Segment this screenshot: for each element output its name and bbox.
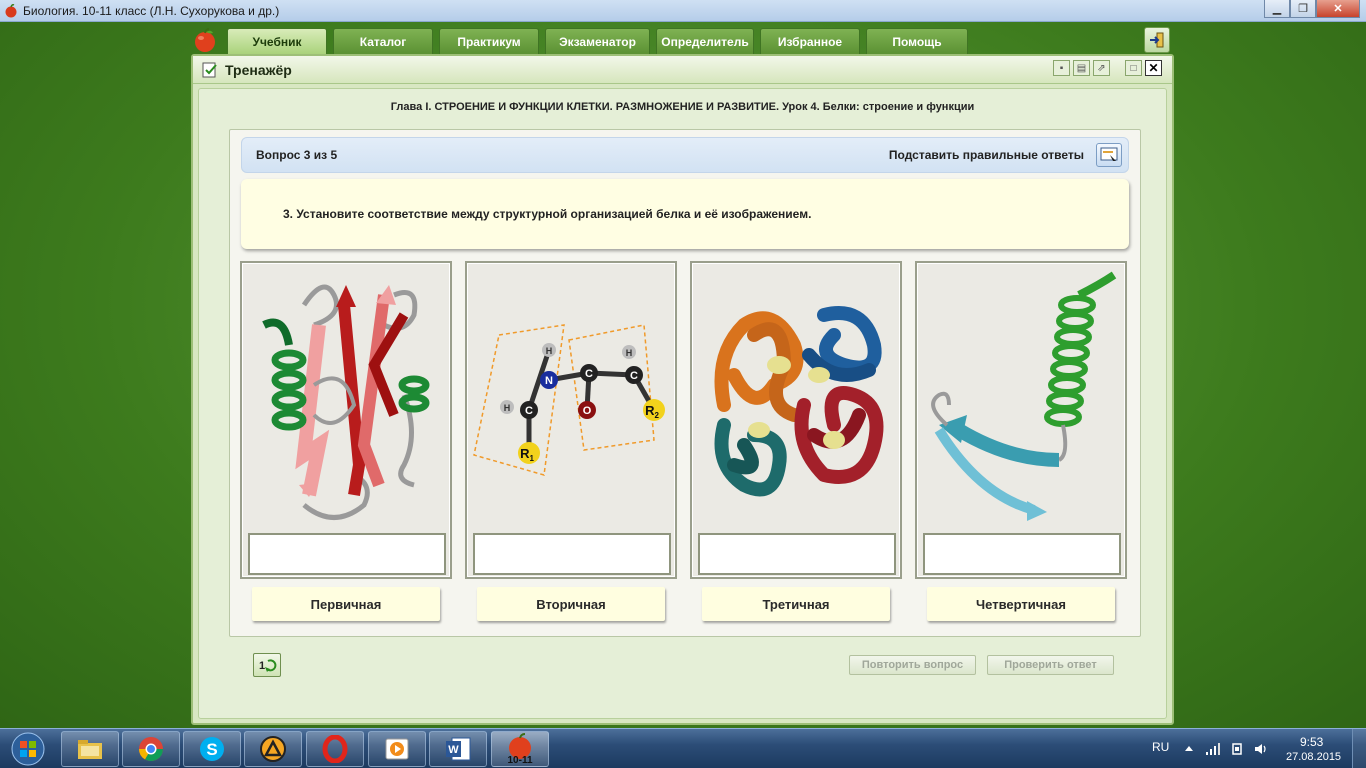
helix-sheet-image [931, 271, 1117, 521]
svg-text:W: W [448, 744, 459, 756]
check-answer-button[interactable]: Проверить ответ [987, 655, 1114, 675]
fill-answers-button[interactable] [1096, 143, 1122, 167]
atom-o-label: O [583, 405, 592, 417]
drop-zone-1[interactable] [248, 533, 446, 575]
answer-quaternary[interactable]: Четвертичная [927, 587, 1115, 621]
chrome-taskbar-icon[interactable] [122, 731, 180, 767]
restart-label: 1 [259, 660, 265, 672]
image-panel-2: H N C C H C H O R1 R2 [465, 261, 677, 579]
close-panel-icon[interactable]: ✕ [1145, 60, 1162, 76]
restore-icon[interactable]: □ [1125, 60, 1142, 76]
taskbar: S W 10-11 RU 9:53 27.08.2015 [0, 728, 1366, 768]
start-button[interactable] [4, 730, 52, 768]
question-counter: Вопрос 3 из 5 [256, 148, 338, 162]
protein-tube-image [714, 306, 884, 497]
molecule-structure-image: H N C C H C H O R1 R2 [473, 324, 665, 476]
atom-h2-label: H [626, 348, 633, 358]
volume-icon[interactable] [1253, 742, 1267, 756]
print-icon[interactable]: ▤ [1073, 60, 1090, 76]
trainer-icon [201, 61, 219, 79]
export-icon[interactable]: ⇗ [1093, 60, 1110, 76]
window-title: Биология. 10-11 класс (Л.Н. Сухорукова и… [23, 3, 280, 18]
answer-primary[interactable]: Первичная [252, 587, 440, 621]
svg-text:S: S [206, 740, 217, 759]
tab-practicum[interactable]: Практикум [439, 28, 539, 54]
drop-zone-3[interactable] [698, 533, 896, 575]
trainer-content: Глава I. СТРОЕНИЕ И ФУНКЦИИ КЛЕТКИ. РАЗМ… [198, 88, 1167, 719]
main-navigation: Учебник Каталог Практикум Экзаменатор Оп… [227, 28, 968, 54]
window-titlebar: Биология. 10-11 класс (Л.Н. Сухорукова и… [0, 0, 1366, 22]
clock-date[interactable]: 27.08.2015 [1286, 751, 1341, 763]
atom-c3-label: C [525, 405, 533, 417]
atom-c2-label: C [630, 370, 638, 382]
chapter-heading: Глава I. СТРОЕНИЕ И ФУНКЦИИ КЛЕТКИ. РАЗМ… [390, 101, 975, 113]
device-icon[interactable] [1230, 742, 1244, 756]
answer-secondary[interactable]: Вторичная [477, 587, 665, 621]
image-panel-4 [915, 261, 1127, 579]
question-card: Вопрос 3 из 5 Подставить правильные отве… [229, 129, 1141, 637]
save-icon[interactable]: ▪ [1053, 60, 1070, 76]
question-text-box: 3. Установите соответствие между структу… [241, 179, 1129, 249]
tab-help[interactable]: Помощь [866, 28, 968, 54]
tab-catalog[interactable]: Каталог [333, 28, 433, 54]
fill-answers-label[interactable]: Подставить правильные ответы [889, 148, 1084, 162]
atom-c1-label: C [585, 368, 593, 380]
restart-question-button[interactable]: 1 [253, 653, 281, 677]
drop-zone-4[interactable] [923, 533, 1121, 575]
clock-time[interactable]: 9:53 [1300, 735, 1323, 749]
network-icon[interactable] [1205, 742, 1220, 756]
maximize-button[interactable]: ❐ [1290, 0, 1316, 18]
panel-title: Тренажёр [225, 61, 292, 78]
apple-logo-icon[interactable] [192, 27, 218, 53]
biology-app-taskbar-icon[interactable]: 10-11 [491, 731, 549, 767]
minimize-button[interactable]: ▁ [1264, 0, 1290, 18]
question-text: 3. Установите соответствие между структу… [283, 207, 812, 221]
close-button[interactable]: ✕ [1316, 0, 1360, 18]
apple-app-icon [3, 3, 19, 19]
exit-icon[interactable] [1144, 27, 1170, 53]
trainer-header: Тренажёр ▪ ▤ ⇗ □ ✕ [193, 56, 1172, 84]
atom-h3-label: H [504, 403, 511, 413]
repeat-question-button[interactable]: Повторить вопрос [849, 655, 976, 675]
tab-identifier[interactable]: Определитель [656, 28, 754, 54]
protein-ribbon-image [262, 284, 430, 520]
media-taskbar-icon[interactable] [244, 731, 302, 767]
question-bar: Вопрос 3 из 5 Подставить правильные отве… [241, 137, 1129, 173]
skype-taskbar-icon[interactable]: S [183, 731, 241, 767]
atom-n-label: N [545, 375, 553, 387]
word-taskbar-icon[interactable]: W [429, 731, 487, 767]
atom-h1-label: H [546, 346, 553, 356]
show-desktop-button[interactable] [1352, 729, 1366, 768]
image-panel-1 [240, 261, 452, 579]
tab-favorites[interactable]: Избранное [760, 28, 860, 54]
tray-expand-icon[interactable] [1182, 742, 1196, 756]
opera-taskbar-icon[interactable] [306, 731, 364, 767]
biology-app-label: 10-11 [507, 755, 532, 766]
drop-zone-2[interactable] [473, 533, 671, 575]
trainer-window: Тренажёр ▪ ▤ ⇗ □ ✕ Глава I. СТРОЕНИЕ И Ф… [191, 54, 1174, 725]
answer-tertiary[interactable]: Третичная [702, 587, 890, 621]
language-indicator[interactable]: RU [1152, 740, 1169, 754]
explorer-taskbar-icon[interactable] [61, 731, 119, 767]
tab-examiner[interactable]: Экзаменатор [545, 28, 650, 54]
tab-textbook[interactable]: Учебник [227, 28, 327, 54]
video-taskbar-icon[interactable] [368, 731, 426, 767]
image-panel-3 [690, 261, 902, 579]
